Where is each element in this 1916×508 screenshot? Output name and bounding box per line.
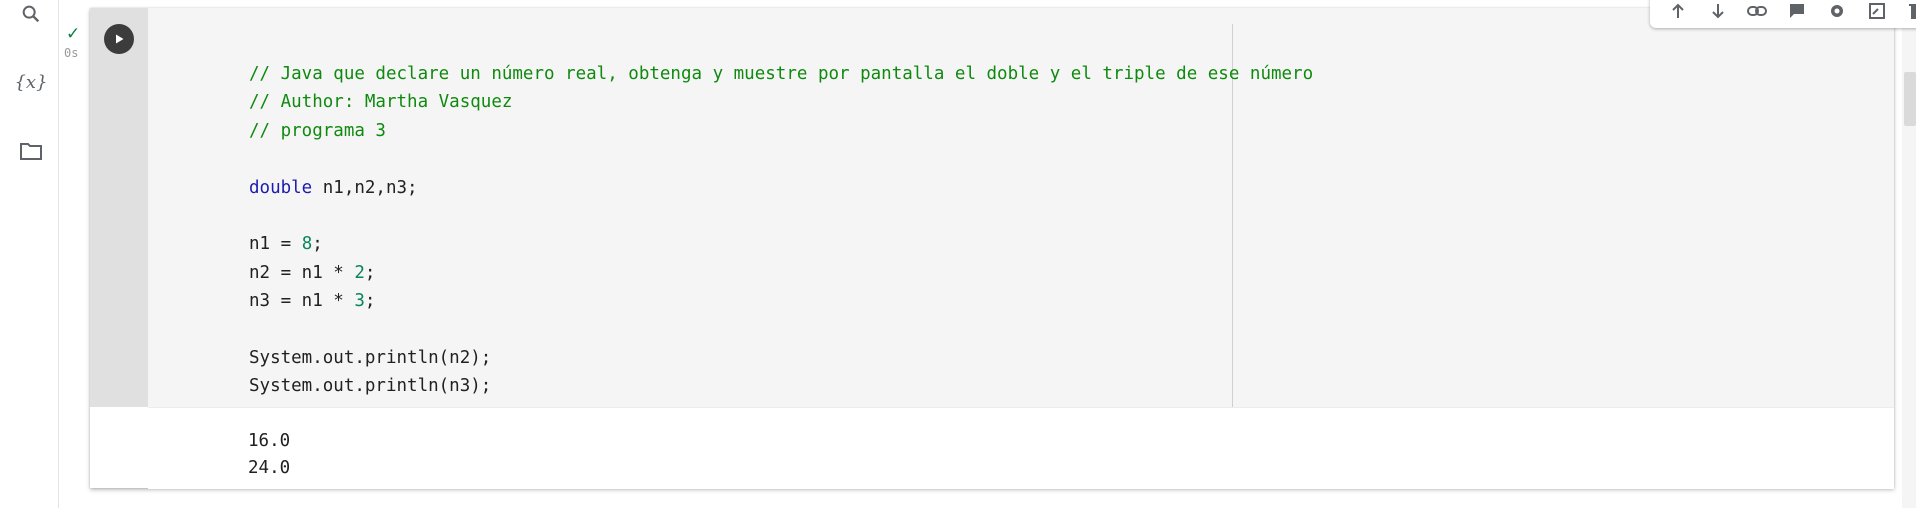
settings-icon[interactable] (1825, 0, 1849, 23)
variables-icon-label: {x} (14, 71, 48, 93)
code-token: // programa 3 (249, 120, 386, 141)
code-cell[interactable]: // Java que declare un número real, obte… (90, 0, 1916, 489)
code-line: n3 = n1 * 3; (249, 287, 1313, 315)
code-token: n3 = n1 * (249, 291, 355, 312)
variables-icon[interactable]: {x} (14, 68, 48, 96)
link-icon[interactable] (1745, 0, 1769, 23)
cell-toolbar (1650, 0, 1916, 28)
cell-output: 16.0 24.0 (148, 407, 1894, 489)
code-token: ; (312, 234, 323, 255)
code-line: System.out.println(n3); (249, 372, 1313, 400)
code-token: 2 (354, 262, 365, 283)
move-down-icon[interactable] (1706, 0, 1730, 23)
code-token: n1,n2,n3; (312, 177, 418, 198)
scrollbar-thumb[interactable] (1904, 72, 1916, 126)
code-line: double n1,n2,n3; (249, 174, 1313, 202)
code-token: ; (364, 262, 376, 283)
folder-icon[interactable] (17, 137, 45, 165)
code-token: System.out.println(n3); (249, 376, 492, 397)
run-cell-button[interactable] (104, 24, 134, 54)
code-line: System.out.println(n2); (249, 344, 1313, 372)
comment-icon[interactable] (1785, 0, 1809, 23)
code-token: n2 = n1 * (249, 262, 355, 283)
mirror-cell-icon[interactable] (1865, 0, 1889, 23)
code-token: // Java que declare un número real, obte… (249, 64, 1314, 84)
move-up-icon[interactable] (1666, 0, 1690, 23)
code-token: double (249, 177, 313, 198)
left-rail: {x} (0, 0, 59, 508)
code-line: // programa 3 (249, 117, 1313, 145)
output-text: 16.0 24.0 (248, 431, 291, 478)
execution-time: 0s (64, 46, 79, 60)
code-token: 3 (354, 291, 365, 312)
code-token: 8 (301, 234, 313, 255)
search-icon[interactable] (17, 0, 45, 28)
play-icon (116, 34, 124, 44)
cell-gutter (90, 8, 148, 407)
code-token: ; (364, 291, 376, 312)
delete-icon[interactable] (1904, 0, 1916, 23)
code-token: n1 = (249, 234, 302, 255)
code-line: n1 = 8; (249, 230, 1313, 258)
executed-check-icon: ✓ (66, 24, 81, 43)
code-line: // Java que declare un número real, obte… (249, 60, 1313, 88)
code-editor[interactable]: // Java que declare un número real, obte… (148, 8, 1894, 407)
code-token: System.out.println(n2); (249, 347, 492, 368)
code-token: // Author: Martha Vasquez (249, 92, 513, 113)
code-line: n2 = n1 * 2; (249, 259, 1313, 287)
code-content[interactable]: // Java que declare un número real, obte… (249, 60, 1313, 401)
code-line: // Author: Martha Vasquez (249, 88, 1313, 116)
